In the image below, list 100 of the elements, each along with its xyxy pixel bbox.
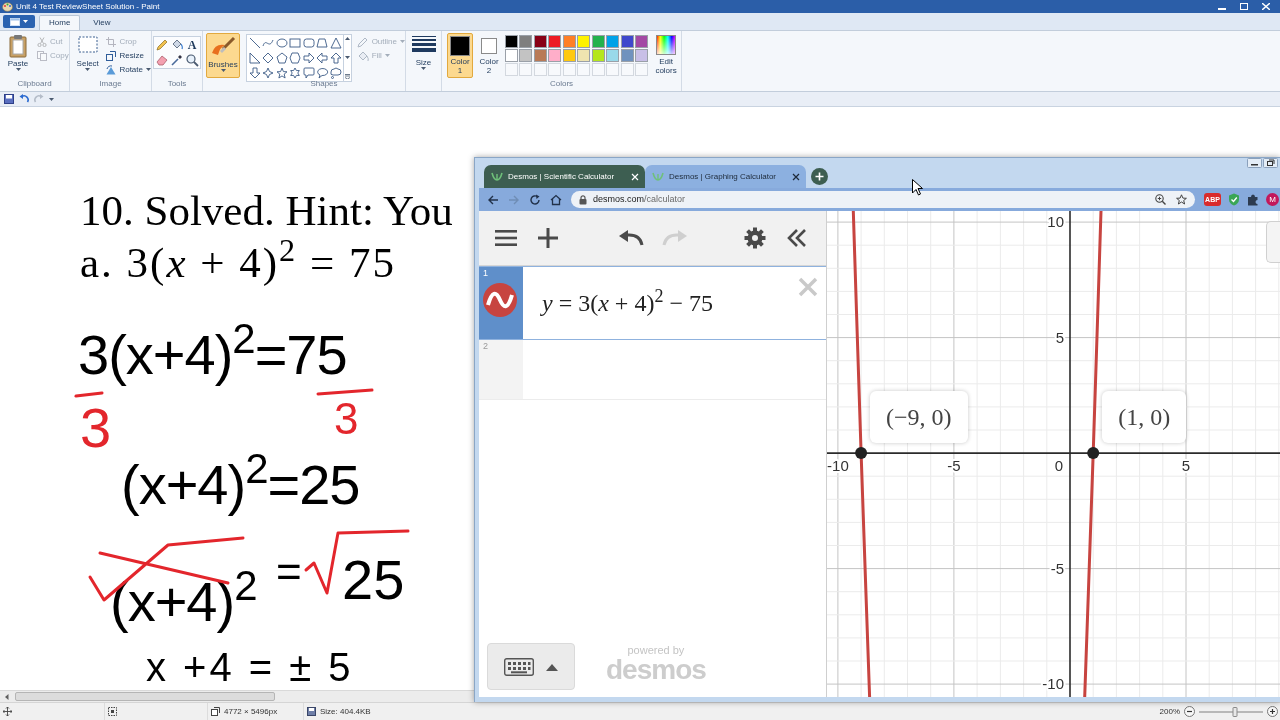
address-bar[interactable]: desmos.com/calculator (571, 191, 1195, 208)
size-button[interactable]: Size (411, 36, 436, 70)
line-icon[interactable] (248, 36, 262, 50)
brushes-button[interactable]: Brushes (206, 33, 240, 78)
oval-icon[interactable] (274, 36, 289, 50)
tick-label: 5 (1055, 328, 1064, 346)
down-arrow-icon[interactable] (248, 66, 262, 80)
expand-icon[interactable] (344, 74, 350, 79)
color-swatch-icon[interactable] (519, 49, 533, 62)
horizontal-scrollbar[interactable] (0, 690, 474, 702)
diamond-icon[interactable] (261, 51, 276, 65)
left-arrow-icon[interactable] (315, 51, 330, 65)
color-swatch-icon[interactable] (606, 49, 620, 62)
browser-tab[interactable]: Desmos | Scientific Calculator (484, 165, 645, 188)
paste-button[interactable]: Paste (4, 34, 32, 71)
color-swatch-icon[interactable] (591, 49, 605, 62)
six-point-star-icon[interactable] (288, 66, 303, 80)
magnifier-icon[interactable] (185, 53, 199, 67)
profile-avatar[interactable]: M (1266, 193, 1279, 206)
expression-row[interactable]: 1 y = 3(x + 4)$^{2}$ − 75 (479, 266, 826, 340)
color-picker-icon[interactable] (170, 53, 184, 67)
color-swatch-icon[interactable] (548, 35, 562, 48)
caret-icon[interactable] (49, 97, 54, 101)
handwritten-digit: 3 (80, 400, 112, 456)
eraser-icon[interactable] (155, 53, 169, 67)
select-button[interactable]: Select (74, 34, 102, 71)
maximize-icon[interactable] (1240, 3, 1248, 10)
edit-colors-button[interactable]: Edit colors (651, 33, 681, 75)
point-marker[interactable] (1087, 447, 1100, 460)
cloud-callout-icon[interactable] (328, 66, 343, 80)
color-swatch-icon[interactable] (635, 49, 649, 62)
puzzle-icon[interactable] (1247, 193, 1259, 206)
color-slot-button[interactable]: Color 1 (447, 33, 473, 78)
oval-callout-icon[interactable] (315, 66, 330, 80)
color-swatch-icon[interactable] (620, 49, 634, 62)
collapse-icon[interactable] (786, 228, 808, 248)
app-menu-button[interactable] (3, 15, 35, 28)
star-icon[interactable] (1176, 194, 1187, 205)
settings-icon[interactable] (744, 227, 766, 249)
rotate-button[interactable]: Rotate (106, 63, 151, 76)
back-icon[interactable] (487, 193, 499, 206)
color-slot-button[interactable]: Color 2 (476, 33, 502, 78)
color-swatch-icon[interactable] (533, 49, 547, 62)
four-point-star-icon[interactable] (261, 66, 276, 80)
up-arrow-icon[interactable] (328, 51, 343, 65)
scrollbar-thumb[interactable] (15, 692, 275, 701)
close-icon[interactable] (792, 172, 800, 181)
right-triangle-icon[interactable] (248, 51, 262, 65)
color-swatch-icon[interactable] (505, 35, 518, 48)
zoom-in-icon[interactable] (1267, 706, 1278, 717)
star-icon[interactable] (274, 66, 289, 80)
color-swatch-icon[interactable] (505, 49, 518, 62)
pentagon-icon[interactable] (274, 51, 289, 65)
right-arrow-icon[interactable] (301, 51, 316, 65)
color-swatch-icon[interactable] (577, 35, 591, 48)
shield-icon[interactable] (1228, 193, 1240, 206)
resize-button[interactable]: Resize (106, 49, 151, 62)
color-swatch-icon[interactable] (591, 35, 605, 48)
fill-bucket-icon[interactable] (170, 38, 184, 52)
triangle-icon[interactable] (328, 36, 343, 50)
keyboard-button[interactable] (487, 643, 575, 690)
zoom-icon[interactable] (1155, 194, 1166, 205)
home-icon[interactable] (550, 193, 562, 206)
rounded-callout-icon[interactable] (301, 66, 316, 80)
new-tab-button[interactable] (811, 168, 828, 185)
color-swatch-icon[interactable] (577, 49, 591, 62)
color-swatch-icon[interactable] (620, 35, 634, 48)
color-swatch-icon[interactable] (562, 35, 576, 48)
save-icon[interactable] (4, 94, 14, 104)
point-marker[interactable] (855, 447, 868, 460)
ribbon-tab[interactable]: Home (39, 15, 81, 30)
pencil-icon[interactable] (155, 38, 169, 52)
zoom-slider[interactable] (1199, 706, 1263, 717)
graph-area[interactable]: -10 -5 5 -10 -5 5 10 0 (−9, 0) (1, 0) (827, 211, 1280, 697)
plus-icon[interactable] (537, 227, 559, 249)
minimize-icon[interactable] (1247, 158, 1262, 168)
undo-icon[interactable] (19, 94, 29, 104)
caret-up-icon[interactable] (344, 37, 350, 40)
color-swatch-icon[interactable] (562, 49, 576, 62)
hexagon-icon[interactable] (288, 51, 303, 65)
text-tool-button[interactable]: A (185, 38, 199, 52)
restore-icon[interactable] (1263, 158, 1278, 168)
menu-icon[interactable] (495, 229, 517, 247)
browser-tab[interactable]: Desmos | Graphing Calculator (645, 165, 806, 188)
color-swatch-icon[interactable] (548, 49, 562, 62)
color-swatch-icon[interactable] (635, 35, 649, 48)
resize-icon (106, 50, 117, 61)
ribbon-tab[interactable]: View (84, 15, 120, 30)
color-swatch-icon[interactable] (519, 35, 533, 48)
reload-icon[interactable] (529, 193, 541, 206)
rounded-rectangle-icon[interactable] (301, 36, 316, 50)
caret-down-icon[interactable] (344, 55, 350, 59)
expression-formula[interactable]: y = 3(x + 4)$^{2}$ − 75 (542, 289, 713, 317)
undo-icon[interactable] (618, 230, 644, 246)
color-swatch-icon[interactable] (533, 35, 547, 48)
expression-color-icon[interactable] (483, 283, 517, 317)
zoom-out-icon[interactable] (1184, 706, 1195, 717)
slider-thumb[interactable] (1232, 706, 1238, 717)
polygon-icon[interactable] (315, 36, 330, 50)
color-swatch-icon[interactable] (606, 35, 620, 48)
